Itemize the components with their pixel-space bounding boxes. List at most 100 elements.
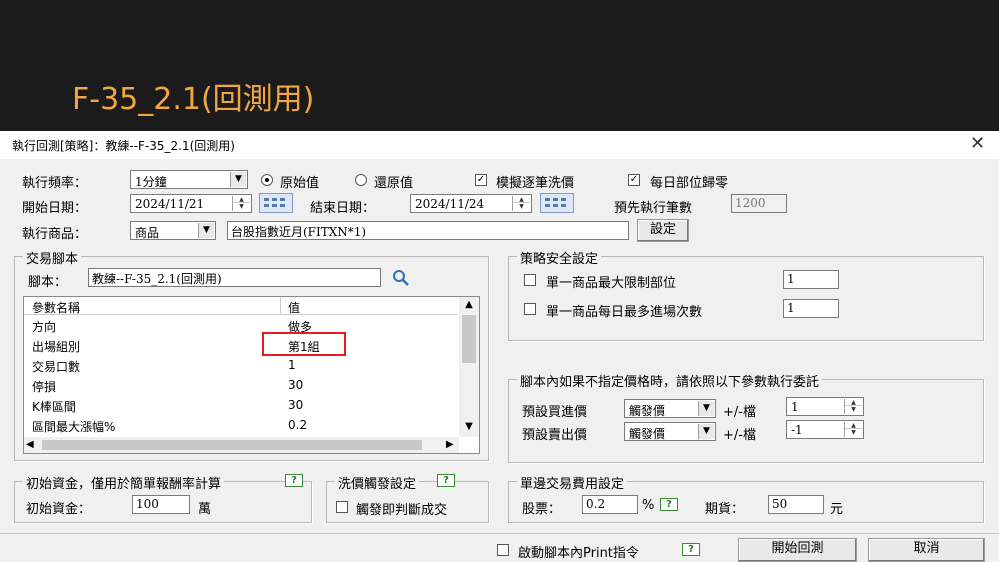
table-row[interactable]: 停損 30: [24, 376, 458, 395]
capital-group-title: 初始資金，僅用於簡單報酬率計算: [23, 473, 225, 492]
calendar-icon[interactable]: [540, 193, 574, 213]
table-row[interactable]: 交易口數 1: [24, 356, 458, 375]
table-row[interactable]: 方向 做多: [24, 316, 458, 335]
max-position-label: 單一商品最大限制部位: [546, 276, 677, 291]
end-date-field[interactable]: 2024/11/24 ▲ ▼: [410, 194, 532, 213]
start-date-label: 開始日期：: [22, 201, 88, 216]
trigger-fill-checkbox[interactable]: [336, 501, 348, 513]
futures-fee-label: 期貨：: [705, 502, 745, 517]
max-position-checkbox[interactable]: [524, 274, 536, 286]
futures-fee-input[interactable]: 50: [768, 495, 824, 514]
max-entries-checkbox[interactable]: [524, 303, 536, 315]
trigger-fill-label: 觸發即判斷成交: [356, 503, 448, 518]
param-value: 0.2: [288, 418, 308, 432]
scroll-down-icon[interactable]: ▼: [459, 419, 479, 435]
search-icon[interactable]: [391, 268, 411, 288]
order-group-title: 腳本內如果不指定價格時，請依照以下參數執行委託: [517, 371, 823, 390]
buy-tick-label: +/-檔: [723, 405, 756, 420]
sell-price-select[interactable]: 觸發價 ▼: [624, 422, 716, 441]
radio-restored[interactable]: [355, 174, 367, 186]
chevron-down-icon[interactable]: ▼: [698, 401, 714, 416]
help-icon[interactable]: ?: [285, 474, 303, 487]
end-date-label: 結束日期：: [310, 201, 376, 216]
buy-tick-spinner[interactable]: ▲ ▼: [844, 399, 862, 414]
freq-value: 1分鐘: [135, 175, 167, 189]
help-icon[interactable]: ?: [437, 474, 455, 487]
buy-tick-value: 1: [791, 400, 799, 414]
capital-value: 100: [136, 497, 159, 511]
vertical-scrollbar[interactable]: ▲ ▼: [459, 297, 479, 437]
help-icon[interactable]: ?: [660, 498, 678, 511]
chevron-down-icon[interactable]: ▼: [198, 223, 214, 238]
param-name: 停損: [32, 380, 57, 394]
param-name: 出場組別: [32, 340, 81, 354]
fee-group: 單邊交易費用設定: [508, 473, 984, 523]
script-value: 教練--F-35_2.1(回測用): [92, 272, 222, 286]
buy-price-select[interactable]: 觸發價 ▼: [624, 399, 716, 418]
chevron-down-icon[interactable]: ▼: [230, 172, 246, 187]
order-group: 腳本內如果不指定價格時，請依照以下參數執行委託: [508, 371, 984, 463]
product-label: 執行商品：: [22, 227, 88, 242]
print-command-checkbox[interactable]: [497, 544, 509, 556]
horizontal-scrollbar[interactable]: ◀ ▶: [24, 437, 459, 453]
freq-select[interactable]: 1分鐘 ▼: [130, 170, 248, 189]
stock-fee-label: 股票：: [522, 502, 562, 517]
script-input[interactable]: 教練--F-35_2.1(回測用): [88, 268, 381, 287]
scroll-thumb[interactable]: [462, 315, 476, 363]
start-date-field[interactable]: 2024/11/21 ▲ ▼: [130, 194, 252, 213]
prerun-input[interactable]: 1200: [731, 194, 787, 213]
sim-wash-checkbox[interactable]: ✓: [475, 174, 487, 186]
product-type-select[interactable]: 商品 ▼: [130, 221, 216, 240]
param-table: 參數名稱 值 方向 做多 出場組別 第1組 交易口數 1 停損 30 K棒區間 …: [23, 296, 480, 454]
sell-tick-field[interactable]: -1 ▲ ▼: [786, 420, 864, 439]
start-date-spinner[interactable]: ▲ ▼: [232, 196, 250, 211]
max-entries-label: 單一商品每日最多進場次數: [546, 305, 703, 320]
max-position-input[interactable]: 1: [783, 270, 839, 289]
safety-group-title: 策略安全設定: [517, 248, 602, 267]
radio-original[interactable]: [261, 174, 273, 186]
start-backtest-button[interactable]: 開始回測: [738, 538, 857, 562]
cancel-button[interactable]: 取消: [868, 538, 985, 562]
product-value: 台股指數近月(FITXN*1): [231, 225, 367, 239]
end-date-spinner[interactable]: ▲ ▼: [512, 196, 530, 211]
radio-restored-label: 還原值: [374, 176, 414, 191]
param-name: 區間最大漲幅%: [32, 420, 116, 434]
stock-fee-value: 0.2: [586, 497, 606, 511]
scroll-up-icon[interactable]: ▲: [459, 297, 479, 313]
close-icon[interactable]: ✕: [970, 133, 985, 154]
sell-price-label: 預設賣出價: [522, 428, 588, 443]
capital-input[interactable]: 100: [132, 495, 190, 514]
dialog-titlebar: 執行回測[策略]：教練--F-35_2.1(回測用) ✕: [0, 131, 999, 159]
sell-price-value: 觸發價: [629, 427, 666, 441]
backtest-dialog: 執行回測[策略]：教練--F-35_2.1(回測用) ✕ 執行頻率： 1分鐘 ▼…: [0, 131, 999, 562]
calendar-icon[interactable]: [259, 193, 293, 213]
table-row[interactable]: 出場組別 第1組: [24, 336, 458, 355]
col-param-name: 參數名稱: [32, 301, 81, 315]
buy-price-value: 觸發價: [629, 404, 666, 418]
wash-group-title: 洗價觸發設定: [335, 473, 420, 492]
daily-reset-checkbox[interactable]: ✓: [628, 174, 640, 186]
table-row[interactable]: 區間最大漲幅% 0.2: [24, 416, 458, 435]
col-param-value: 值: [288, 301, 301, 315]
sell-tick-label: +/-檔: [723, 428, 756, 443]
script-label: 腳本：: [28, 275, 68, 290]
chevron-down-icon[interactable]: ▼: [698, 424, 714, 439]
stock-fee-input[interactable]: 0.2: [582, 495, 638, 514]
fee-group-title: 單邊交易費用設定: [517, 473, 628, 492]
end-date-value: 2024/11/24: [415, 197, 485, 211]
product-input[interactable]: 台股指數近月(FITXN*1): [227, 221, 629, 240]
max-entries-input[interactable]: 1: [783, 299, 839, 318]
help-icon[interactable]: ?: [682, 543, 700, 556]
prerun-value: 1200: [735, 196, 766, 210]
table-row[interactable]: K棒區間 30: [24, 396, 458, 415]
sell-tick-spinner[interactable]: ▲ ▼: [844, 422, 862, 437]
scroll-right-icon[interactable]: ▶: [446, 437, 454, 453]
buy-price-label: 預設買進價: [522, 405, 588, 420]
product-type-value: 商品: [135, 226, 160, 240]
set-button[interactable]: 設定: [637, 219, 689, 242]
scroll-left-icon[interactable]: ◀: [26, 437, 34, 453]
hscroll-thumb[interactable]: [42, 440, 422, 450]
prerun-label: 預先執行筆數: [614, 201, 693, 216]
buy-tick-field[interactable]: 1 ▲ ▼: [786, 397, 864, 416]
safety-group: 策略安全設定: [508, 248, 984, 341]
